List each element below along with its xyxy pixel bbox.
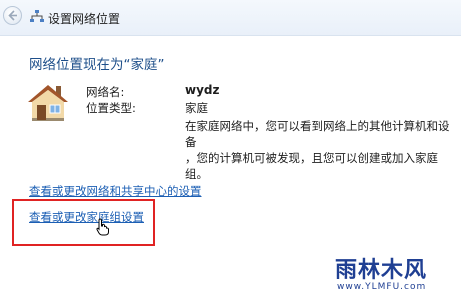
- hand-cursor-icon: [96, 218, 109, 236]
- back-button[interactable]: [3, 6, 22, 25]
- window-title: 设置网络位置: [48, 12, 121, 26]
- location-description: 在家庭网络中，您可以看到网络上的其他计算机和设备 ，您的计算机可被发现，且您可以…: [185, 118, 455, 182]
- network-icon: [30, 10, 44, 22]
- title-bar: 设置网络位置: [0, 0, 461, 36]
- watermark-url: www.YLMFU.com: [337, 282, 427, 292]
- home-network-icon: [28, 85, 68, 121]
- page-heading: 网络位置现在为“家庭”: [29, 57, 165, 73]
- description-line-1: 在家庭网络中，您可以看到网络上的其他计算机和设备: [185, 119, 450, 149]
- location-type-value: 家庭: [185, 101, 208, 115]
- homegroup-settings-link[interactable]: 查看或更改家庭组设置: [29, 209, 144, 225]
- watermark-logo: 雨林木风: [335, 258, 428, 283]
- network-sharing-center-link[interactable]: 查看或更改网络和共享中心的设置: [29, 183, 202, 199]
- watermark: 雨林木风 www.YLMFU.com: [335, 252, 457, 298]
- network-name-label: 网络名:: [86, 85, 125, 99]
- back-arrow-icon: [8, 10, 17, 21]
- network-name-value: wydz: [185, 83, 220, 97]
- description-line-2: ，您的计算机可被发现，且您可以创建或加入家庭组。: [185, 151, 438, 181]
- location-type-label: 位置类型:: [86, 101, 136, 115]
